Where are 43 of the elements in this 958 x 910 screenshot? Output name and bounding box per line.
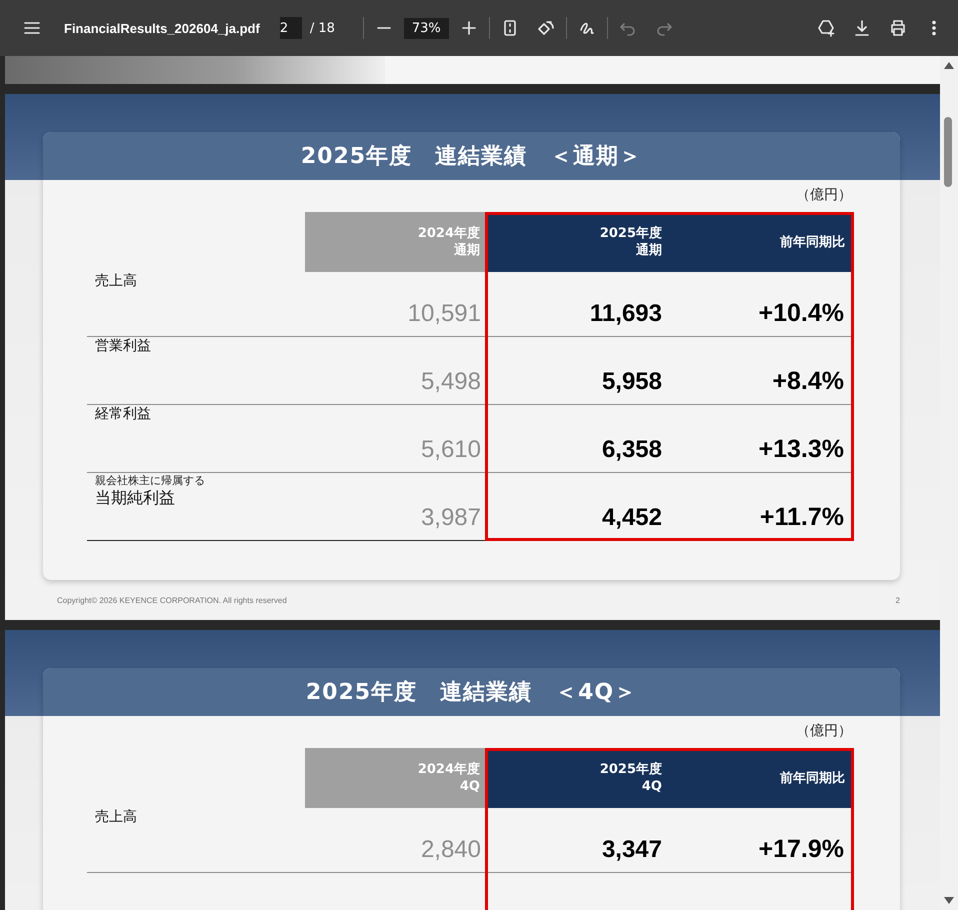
column-header: 前年同期比 [668,748,852,808]
scroll-up-icon[interactable] [943,60,955,70]
value-cell: +17.9% [668,808,852,873]
row-label: 親会社株主に帰属する 当期純利益 [87,473,305,541]
column-header: 2025年度 4Q [487,748,668,808]
page-total: / 18 [310,20,335,36]
value-cell: 5,610 [305,405,487,473]
page-number-field[interactable]: 2 [280,17,302,39]
column-header: 2024年度 4Q [305,748,487,808]
value-cell: +11.7% [668,473,852,541]
slide-title: 2025年度 連結業績 ＜通期＞ [43,132,900,180]
row-label: 売上高 [87,272,305,337]
row-label: 営業利益 [87,337,305,405]
file-name: FinancialResults_202604_ja.pdf [64,20,260,36]
value-cell: 2,840 [305,808,487,873]
value-cell: +10.4% [668,272,852,337]
scrollbar[interactable] [940,56,958,910]
slide-number: 2 [896,596,900,605]
copyright-text: Copyright© 2026 KEYENCE CORPORATION. All rights reserved [57,596,287,605]
column-header: 2024年度 通期 [305,212,487,272]
value-cell: 3,347 [487,808,668,873]
column-header: 2025年度 通期 [487,212,668,272]
row-label: 経常利益 [87,405,305,473]
scroll-down-icon[interactable] [943,896,955,906]
row-label: 売上高 [87,808,305,873]
unit-label: （億円） [796,723,852,739]
value-cell: 6,358 [487,405,668,473]
slide-title: 2025年度 連結業績 ＜4Q＞ [43,668,900,716]
value-cell: +8.4% [668,337,852,405]
value-cell: 5,498 [305,337,487,405]
drive-add-icon[interactable] [816,18,836,38]
zoom-field[interactable]: 73% [404,18,449,38]
print-icon[interactable] [888,18,908,38]
value-cell: 10,591 [305,272,487,337]
unit-label: （億円） [796,187,852,203]
value-cell: 3,987 [305,473,487,541]
value-cell: 4,452 [487,473,668,541]
rotate-icon[interactable] [536,18,556,38]
scroll-thumb[interactable] [944,117,952,187]
value-cell: +13.3% [668,405,852,473]
value-cell: 5,958 [487,337,668,405]
value-cell: 11,693 [487,272,668,337]
column-header: 前年同期比 [668,212,852,272]
